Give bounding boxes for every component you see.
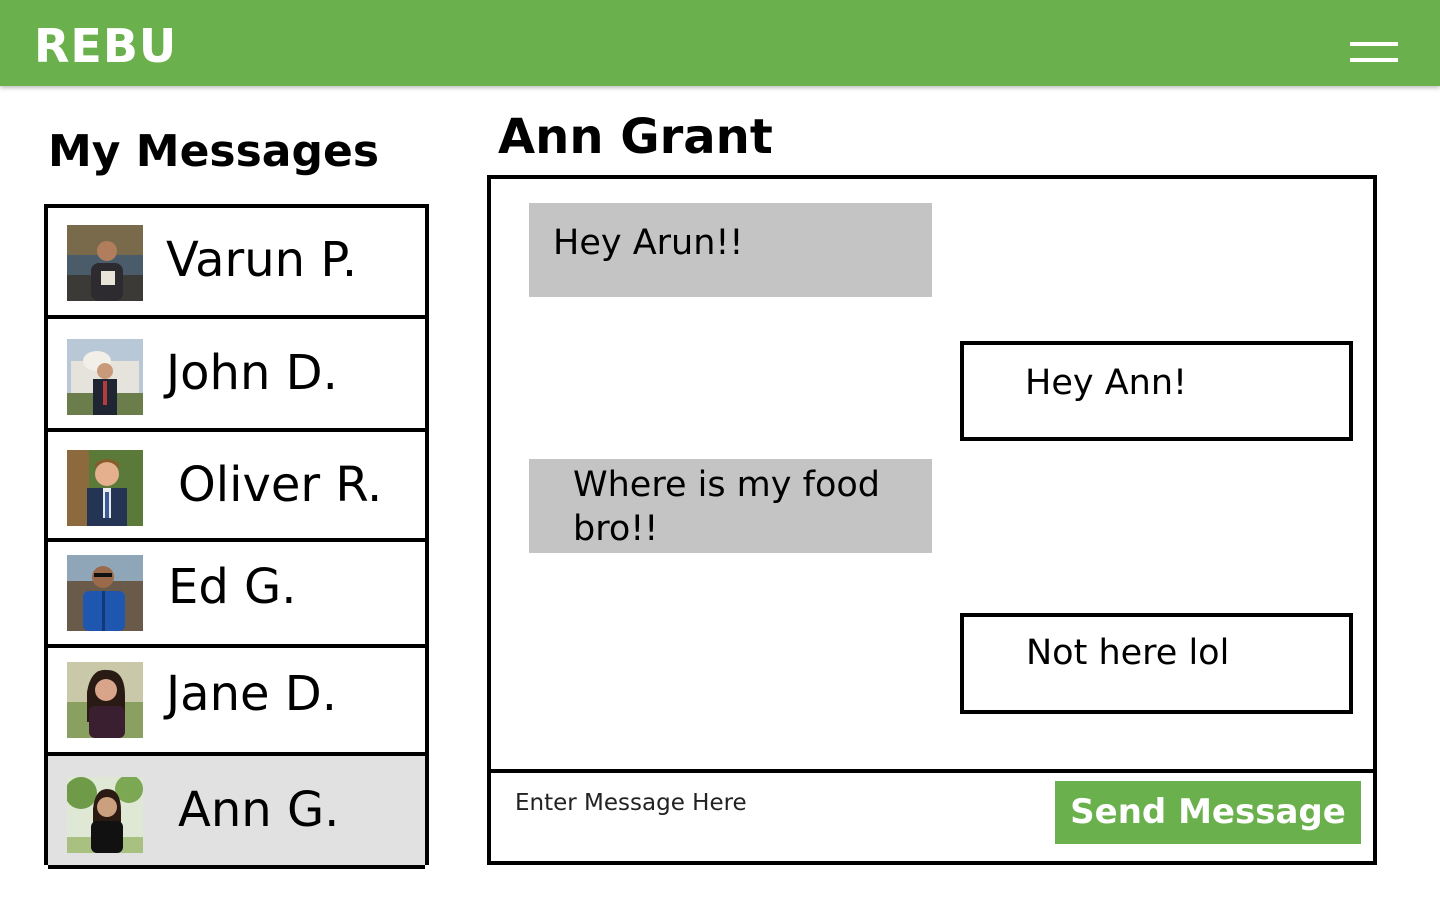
message-text: Not here lol bbox=[1026, 633, 1230, 673]
message-bubble-incoming: Hey Arun!! bbox=[529, 203, 932, 297]
contact-name: John D. bbox=[166, 345, 338, 401]
message-text: Where is my food bro!! bbox=[573, 465, 880, 549]
contact-item-john[interactable]: John D. bbox=[48, 319, 425, 432]
send-message-button[interactable]: Send Message bbox=[1055, 781, 1361, 844]
hamburger-menu-icon[interactable] bbox=[1350, 40, 1398, 66]
contact-item-jane[interactable]: Jane D. bbox=[48, 648, 425, 756]
contact-name: Ann G. bbox=[178, 782, 340, 838]
avatar bbox=[67, 450, 143, 526]
contact-item-varun[interactable]: Varun P. bbox=[48, 208, 425, 319]
top-navbar: REBU bbox=[0, 0, 1440, 86]
contact-name: Varun P. bbox=[166, 232, 358, 288]
avatar bbox=[67, 339, 143, 415]
composer-divider bbox=[491, 769, 1373, 773]
brand-logo[interactable]: REBU bbox=[34, 18, 177, 74]
message-text: Hey Ann! bbox=[1025, 363, 1188, 403]
contact-list: Varun P. John D. Oliver R. Ed G. Jane D.… bbox=[44, 204, 429, 869]
message-bubble-outgoing: Hey Ann! bbox=[960, 341, 1353, 441]
message-input[interactable] bbox=[515, 783, 1035, 823]
contact-item-oliver[interactable]: Oliver R. bbox=[48, 432, 425, 542]
contact-item-ed[interactable]: Ed G. bbox=[48, 542, 425, 648]
avatar bbox=[67, 555, 143, 631]
sidebar-title: My Messages bbox=[48, 126, 380, 177]
message-bubble-outgoing: Not here lol bbox=[960, 613, 1353, 714]
contact-name: Ed G. bbox=[168, 559, 297, 615]
message-bubble-incoming: Where is my food bro!! bbox=[529, 459, 932, 553]
menu-bar-top bbox=[1350, 42, 1398, 46]
contact-name: Oliver R. bbox=[178, 457, 383, 513]
menu-bar-bottom bbox=[1350, 58, 1398, 62]
avatar bbox=[67, 662, 143, 738]
message-text: Hey Arun!! bbox=[553, 223, 744, 263]
avatar bbox=[67, 777, 143, 853]
chat-title: Ann Grant bbox=[498, 109, 773, 165]
chat-panel: Hey Arun!! Hey Ann! Where is my food bro… bbox=[487, 175, 1377, 865]
avatar bbox=[67, 225, 143, 301]
contact-name: Jane D. bbox=[166, 666, 337, 722]
contact-item-ann[interactable]: Ann G. bbox=[48, 756, 425, 869]
